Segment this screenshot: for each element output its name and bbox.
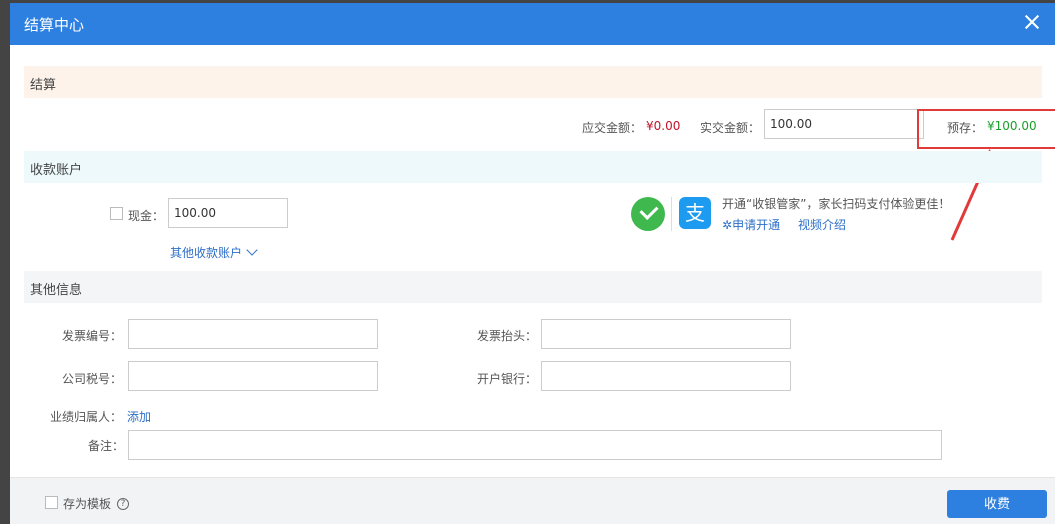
help-icon[interactable]: ?	[117, 498, 129, 510]
save-template-label: 存为模板	[63, 497, 112, 511]
other-accounts-link[interactable]: 其他收款账户	[170, 244, 258, 261]
paid-amount-label: 实交金额：	[700, 121, 761, 135]
charge-button[interactable]: 收费	[947, 490, 1047, 518]
accounts-section-header: 收款账户	[24, 151, 1042, 183]
cash-amount-input[interactable]	[168, 198, 288, 228]
cash-checkbox[interactable]	[110, 207, 123, 220]
wechat-pay-icon	[631, 197, 665, 231]
apply-icon: ✲	[722, 218, 733, 232]
dialog-title: 结算中心	[24, 16, 85, 34]
remark-input[interactable]	[128, 430, 942, 460]
apply-link[interactable]: ✲申请开通	[722, 216, 780, 233]
video-intro-link[interactable]: 视频介绍	[798, 216, 846, 233]
tax-number-label: 公司税号：	[62, 372, 123, 386]
alipay-icon: 支	[679, 197, 711, 229]
save-template-checkbox[interactable]	[45, 496, 58, 509]
invoice-number-label: 发票编号：	[62, 329, 123, 343]
cash-label: 现金：	[128, 209, 165, 223]
due-amount-label: 应交金额：	[582, 121, 643, 135]
due-amount-value: ¥0.00	[646, 119, 681, 133]
divider	[671, 197, 672, 231]
remark-label: 备注：	[88, 439, 125, 453]
other-info-section-header: 其他信息	[24, 271, 1042, 303]
other-info-section-title: 其他信息	[30, 283, 83, 298]
prepaid-label: 预存：	[947, 121, 984, 135]
tax-number-input[interactable]	[128, 361, 378, 391]
paid-amount-input[interactable]	[764, 109, 924, 139]
chevron-down-icon	[246, 244, 258, 256]
dialog-header: 结算中心	[10, 3, 1055, 45]
bank-label: 开户银行：	[477, 372, 538, 386]
prepaid-value: ¥100.00	[987, 119, 1037, 133]
invoice-title-input[interactable]	[541, 319, 791, 349]
accounts-section-title: 收款账户	[30, 163, 83, 178]
checkout-dialog: 结算中心 结算 应交金额： ¥0.00 实交金额： 预存： ¥100.00 收款…	[10, 3, 1055, 524]
bank-input[interactable]	[541, 361, 791, 391]
close-icon[interactable]	[1023, 13, 1041, 31]
add-owner-link[interactable]: 添加	[127, 408, 151, 425]
performance-owner-label: 业绩归属人：	[50, 410, 123, 424]
settlement-section-title: 结算	[30, 78, 57, 93]
invoice-number-input[interactable]	[128, 319, 378, 349]
promo-text: 开通“收银管家”，家长扫码支付体验更佳！	[722, 197, 951, 211]
settlement-section-header: 结算	[24, 66, 1042, 98]
invoice-title-label: 发票抬头：	[477, 329, 538, 343]
dialog-footer: 存为模板 ? 收费	[10, 477, 1055, 524]
